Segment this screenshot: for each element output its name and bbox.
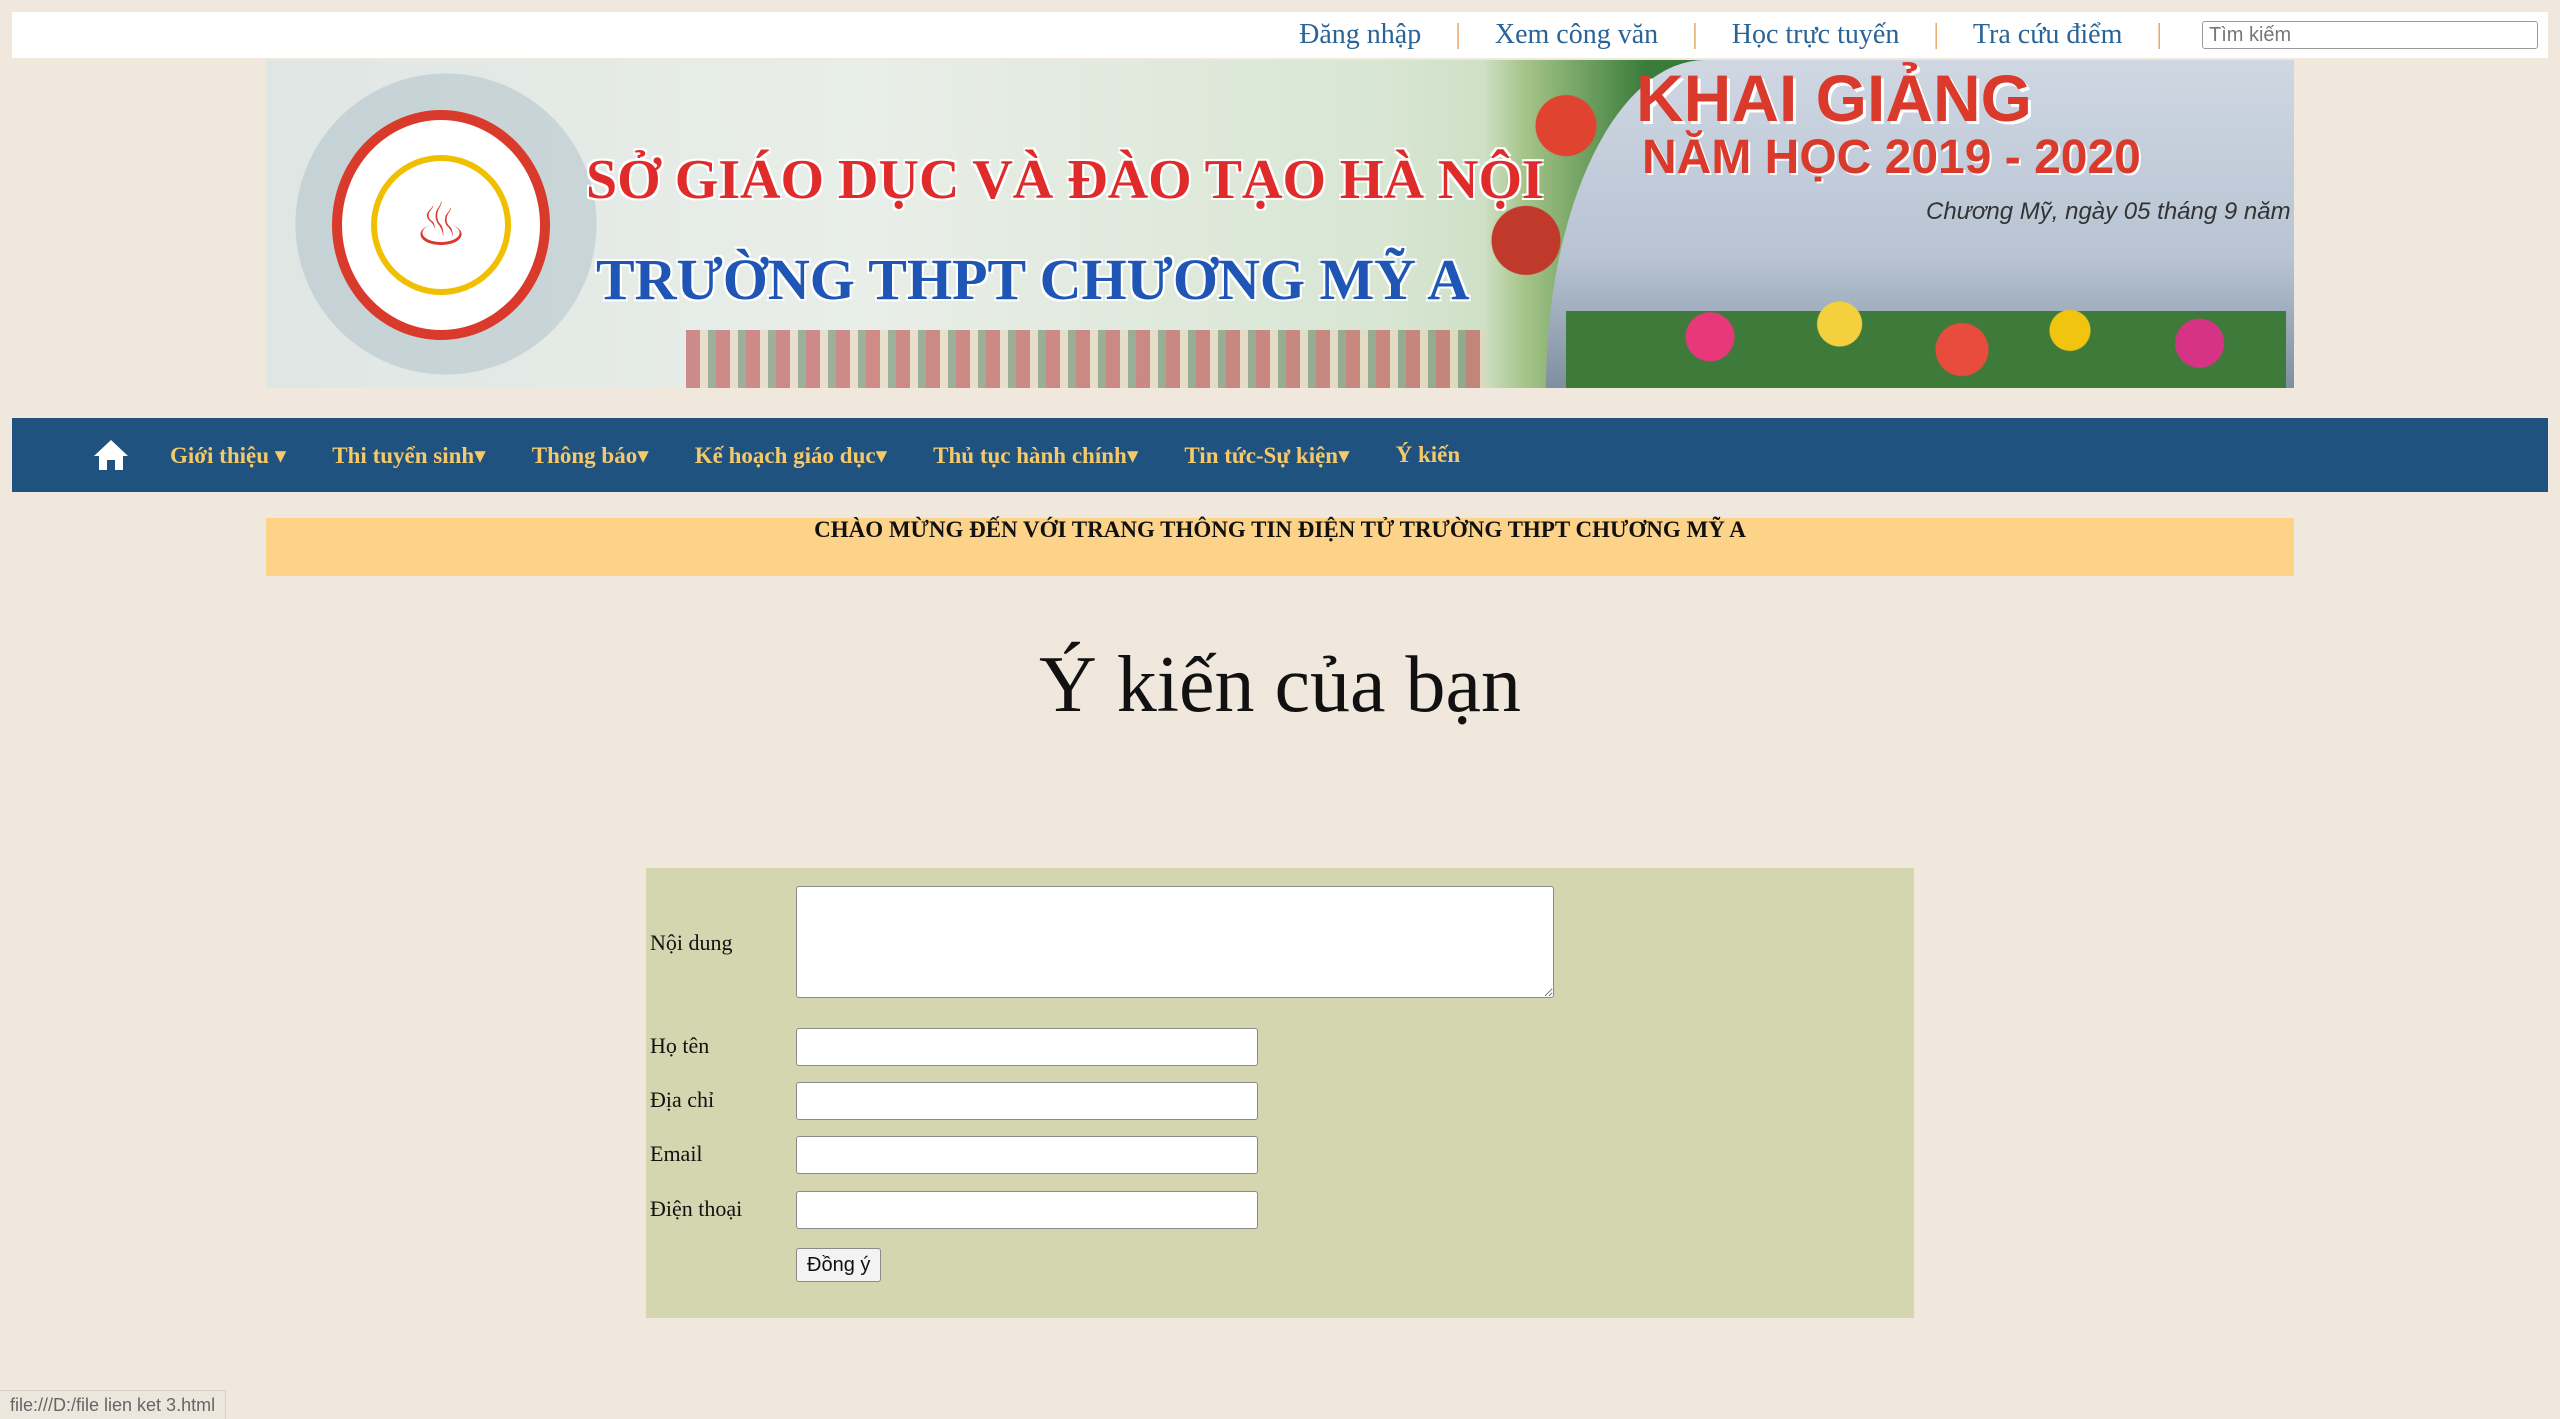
email-input[interactable] (796, 1136, 1258, 1174)
separator: | (1933, 19, 1939, 50)
separator: | (2156, 19, 2162, 50)
phone-label: Điện thoại (650, 1196, 743, 1221)
school-logo: ♨ (332, 110, 550, 340)
banner-school-title: TRƯỜNG THPT CHƯƠNG MỸ A (596, 247, 1470, 312)
phone-input[interactable] (796, 1191, 1258, 1229)
torch-icon: ♨ (371, 155, 511, 295)
nav-item-announcements[interactable]: Thông báo▾ (532, 442, 649, 469)
home-icon[interactable] (92, 435, 132, 475)
separator: | (1455, 19, 1461, 50)
page-title: Ý kiến của bạn (1038, 641, 1522, 729)
address-input[interactable] (796, 1082, 1258, 1120)
content-textarea[interactable] (796, 886, 1554, 998)
nav-item-introduction[interactable]: Giới thiệu ▾ (170, 442, 286, 469)
nav-item-admissions[interactable]: Thi tuyển sinh▾ (332, 442, 485, 469)
feedback-form: Nội dung Họ tên Địa chỉ Email Điện thoại… (646, 868, 1914, 1318)
main-nav: Giới thiệu ▾ Thi tuyển sinh▾ Thông báo▾ … (12, 418, 2548, 492)
online-learning-link[interactable]: Học trực tuyến (1732, 19, 1900, 51)
separator: | (1692, 19, 1698, 50)
banner-date: Chương Mỹ, ngày 05 tháng 9 năm 2019 (1926, 198, 2294, 225)
address-label: Địa chỉ (650, 1087, 715, 1112)
submit-button[interactable]: Đồng ý (796, 1248, 882, 1282)
search-input[interactable] (2202, 21, 2538, 49)
content-label: Nội dung (650, 930, 733, 955)
email-label: Email (650, 1141, 703, 1166)
top-links: Đăng nhập | Xem công văn | Học trực tuyế… (1299, 12, 2548, 58)
nav-item-administrative-procedures[interactable]: Thủ tục hành chính▾ (933, 442, 1138, 469)
login-link[interactable]: Đăng nhập (1299, 19, 1421, 51)
top-bar: Đăng nhập | Xem công văn | Học trực tuyế… (12, 12, 2548, 58)
banner-crowd (686, 330, 1486, 388)
nav-item-news-events[interactable]: Tin tức-Sự kiện▾ (1184, 442, 1349, 469)
header-banner: ♨ SỞ GIÁO DỤC VÀ ĐÀO TẠO HÀ NỘI TRƯỜNG T… (266, 60, 2294, 388)
welcome-banner: CHÀO MỪNG ĐẾN VỚI TRANG THÔNG TIN ĐIỆN T… (266, 518, 2294, 576)
name-label: Họ tên (650, 1033, 710, 1058)
documents-link[interactable]: Xem công văn (1495, 19, 1658, 51)
nav-item-education-plan[interactable]: Kế hoạch giáo dục▾ (695, 442, 887, 469)
welcome-text: CHÀO MỪNG ĐẾN VỚI TRANG THÔNG TIN ĐIỆN T… (814, 517, 1746, 542)
banner-school-year: NĂM HỌC 2019 - 2020 (1642, 131, 2141, 184)
name-input[interactable] (796, 1028, 1258, 1066)
banner-flowers (1566, 260, 2286, 388)
banner-event-title: KHAI GIẢNG (1636, 61, 2032, 135)
status-bar-url: file:///D:/file lien ket 3.html (0, 1390, 227, 1419)
grade-lookup-link[interactable]: Tra cứu điểm (1973, 19, 2122, 51)
nav-item-feedback[interactable]: Ý kiến (1396, 442, 1461, 468)
banner-department-title: SỞ GIÁO DỤC VÀ ĐÀO TẠO HÀ NỘI (586, 149, 1544, 211)
